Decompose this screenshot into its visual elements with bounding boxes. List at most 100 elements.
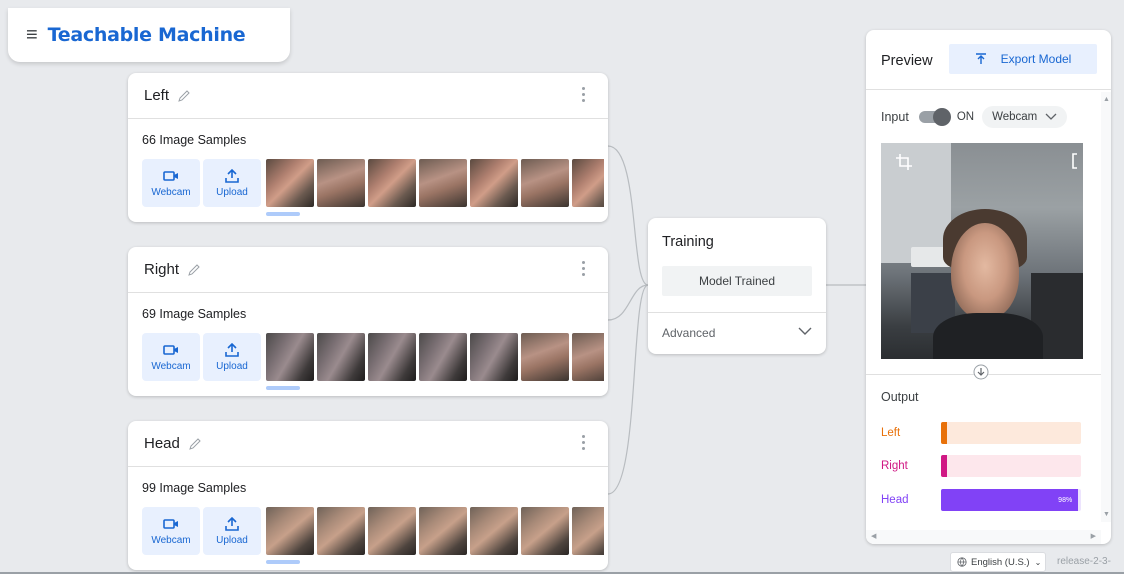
sample-thumbnail[interactable] — [317, 333, 365, 381]
video-camera-icon — [163, 344, 178, 355]
video-camera-icon — [163, 518, 178, 529]
sample-thumbnail[interactable] — [317, 159, 365, 207]
divider — [648, 312, 826, 313]
edit-pencil-icon[interactable] — [177, 89, 191, 103]
export-model-button[interactable]: Export Model — [949, 44, 1097, 74]
sample-thumbnail[interactable] — [470, 159, 518, 207]
upload-button[interactable]: Upload — [203, 333, 261, 381]
output-label: Output — [881, 390, 919, 404]
webcam-button[interactable]: Webcam — [142, 159, 200, 207]
output-row-left: Left — [881, 421, 1081, 445]
webcam-label: Webcam — [151, 534, 191, 546]
sample-thumbnail[interactable] — [368, 333, 416, 381]
arrow-down-circle-icon — [973, 364, 989, 380]
sample-thumbnail[interactable] — [419, 333, 467, 381]
webcam-label: Webcam — [151, 360, 191, 372]
sample-thumbnail[interactable] — [470, 507, 518, 555]
class-card-header: Right — [128, 247, 608, 293]
sample-thumbnails — [264, 333, 604, 381]
output-row-head: Head 98% — [881, 488, 1081, 512]
class-card-header: Left — [128, 73, 608, 119]
more-options-icon[interactable] — [582, 87, 586, 105]
class-card-body: 69 Image Samples Webcam Upload — [128, 293, 608, 396]
language-select[interactable]: English (U.S.) ⌄ — [950, 552, 1046, 572]
upload-icon — [225, 516, 239, 531]
confidence-bar — [941, 422, 1081, 444]
sample-thumbnail[interactable] — [521, 159, 569, 207]
webcam-label: Webcam — [151, 186, 191, 198]
sample-row: Webcam Upload — [142, 507, 608, 555]
sample-thumbnail[interactable] — [572, 159, 604, 207]
upload-label: Upload — [216, 360, 248, 372]
sample-thumbnail[interactable] — [470, 333, 518, 381]
sample-count: 99 Image Samples — [142, 481, 247, 495]
preview-panel: Preview Export Model Input ON Webcam Out… — [866, 30, 1111, 544]
source-select-value: Webcam — [992, 111, 1038, 123]
thumbnail-scroll-indicator[interactable] — [266, 560, 300, 564]
class-name[interactable]: Head — [144, 435, 180, 452]
sample-thumbnail[interactable] — [572, 507, 604, 555]
output-class-label: Left — [881, 427, 901, 439]
sample-thumbnail[interactable] — [266, 507, 314, 555]
edit-pencil-icon[interactable] — [187, 263, 201, 277]
output-class-label: Head — [881, 494, 909, 506]
sample-thumbnail[interactable] — [368, 159, 416, 207]
vertical-scrollbar[interactable]: ▲ ▼ — [1101, 92, 1111, 522]
confidence-fill — [941, 455, 947, 477]
horizontal-scrollbar[interactable]: ◀ ▶ — [866, 530, 1101, 544]
confidence-bar: 98% — [941, 489, 1081, 511]
globe-icon — [957, 557, 967, 567]
chevron-down-icon[interactable] — [798, 326, 812, 336]
video-camera-icon — [163, 170, 178, 181]
model-trained-button[interactable]: Model Trained — [662, 266, 812, 296]
training-title: Training — [662, 234, 714, 250]
class-card-body: 66 Image Samples Webcam Upload — [128, 119, 608, 222]
class-name[interactable]: Right — [144, 261, 179, 278]
sample-row: Webcam Upload — [142, 159, 608, 207]
upload-icon — [225, 342, 239, 357]
sample-thumbnail[interactable] — [419, 159, 467, 207]
class-card-header: Head — [128, 421, 608, 467]
confidence-fill: 98% — [941, 489, 1079, 511]
webcam-button[interactable]: Webcam — [142, 333, 200, 381]
output-row-right: Right — [881, 454, 1081, 478]
source-select[interactable]: Webcam — [982, 106, 1068, 128]
more-options-icon[interactable] — [582, 435, 586, 453]
output-class-label: Right — [881, 460, 908, 472]
thumbnail-scroll-indicator[interactable] — [266, 386, 300, 390]
webcam-feed — [881, 143, 1083, 359]
sample-thumbnail[interactable] — [419, 507, 467, 555]
crop-icon[interactable] — [895, 153, 913, 171]
sample-thumbnail[interactable] — [266, 159, 314, 207]
preview-header: Preview Export Model — [866, 30, 1111, 90]
class-name[interactable]: Left — [144, 87, 169, 104]
edit-pencil-icon[interactable] — [188, 437, 202, 451]
more-options-icon[interactable] — [582, 261, 586, 279]
class-card-body: 99 Image Samples Webcam Upload — [128, 467, 608, 570]
thumbnail-scroll-indicator[interactable] — [266, 212, 300, 216]
hamburger-menu-icon[interactable]: ≡ — [26, 25, 38, 45]
class-card-left: Left 66 Image Samples Webcam Upload — [128, 73, 608, 222]
release-version: release-2-3- — [1057, 556, 1111, 567]
sample-count: 66 Image Samples — [142, 133, 247, 147]
upload-button[interactable]: Upload — [203, 507, 261, 555]
sample-thumbnail[interactable] — [521, 507, 569, 555]
sample-thumbnail[interactable] — [368, 507, 416, 555]
chevron-down-icon — [1045, 113, 1057, 120]
app-title[interactable]: Teachable Machine — [48, 24, 246, 46]
sample-thumbnail[interactable] — [266, 333, 314, 381]
advanced-toggle-label[interactable]: Advanced — [662, 326, 715, 340]
training-card: Training Model Trained Advanced — [648, 218, 826, 354]
confidence-fill — [941, 422, 947, 444]
export-model-label: Export Model — [1000, 52, 1072, 66]
upload-icon — [225, 168, 239, 183]
input-row: Input ON Webcam — [881, 106, 1068, 128]
sample-thumbnail[interactable] — [317, 507, 365, 555]
upload-button[interactable]: Upload — [203, 159, 261, 207]
webcam-button[interactable]: Webcam — [142, 507, 200, 555]
fullscreen-bracket-icon[interactable] — [1071, 153, 1079, 169]
sample-thumbnail[interactable] — [521, 333, 569, 381]
sample-thumbnails — [264, 507, 604, 555]
sample-thumbnail[interactable] — [572, 333, 604, 381]
input-toggle[interactable] — [918, 108, 951, 126]
